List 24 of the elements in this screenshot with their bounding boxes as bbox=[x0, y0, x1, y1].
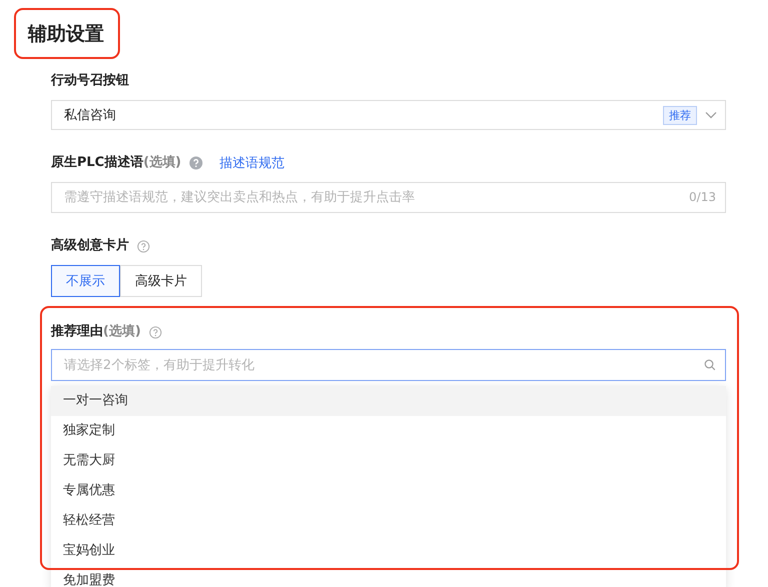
field-label: 原生PLC描述语(选填) bbox=[51, 154, 182, 172]
dropdown-option[interactable]: 一对一咨询 bbox=[51, 386, 726, 416]
help-icon[interactable] bbox=[189, 156, 204, 170]
select-field[interactable]: 私信咨询 推荐 bbox=[51, 100, 726, 130]
char-counter: 0/13 bbox=[689, 190, 716, 204]
dropdown-option[interactable]: 轻松经营 bbox=[51, 506, 726, 536]
segment-button[interactable]: 高级卡片 bbox=[120, 265, 202, 297]
help-icon[interactable] bbox=[137, 240, 150, 252]
recommend-tag: 推荐 bbox=[663, 106, 697, 124]
dropdown-option[interactable]: 无需大厨 bbox=[51, 446, 726, 476]
dropdown-option[interactable]: 宝妈创业 bbox=[51, 536, 726, 566]
section-title: 辅助设置 bbox=[28, 22, 105, 47]
search-icon bbox=[704, 359, 716, 371]
guideline-link[interactable]: 描述语规范 bbox=[219, 154, 284, 172]
search-field[interactable]: 请选择2个标签，有助于提升转化 bbox=[51, 349, 726, 381]
field-label: 行动号召按钮 bbox=[51, 72, 130, 90]
dropdown-option[interactable]: 专属优惠 bbox=[51, 476, 726, 506]
segment-button[interactable]: 不展示 bbox=[51, 265, 120, 297]
dropdown-option[interactable]: 免加盟费 bbox=[51, 566, 726, 587]
help-icon[interactable] bbox=[148, 326, 162, 338]
field-label: 推荐理由(选填) bbox=[51, 323, 141, 341]
field-label: 高级创意卡片 bbox=[51, 237, 129, 255]
chevron-down-icon bbox=[705, 111, 717, 119]
dropdown-option[interactable]: 独家定制 bbox=[51, 416, 726, 446]
